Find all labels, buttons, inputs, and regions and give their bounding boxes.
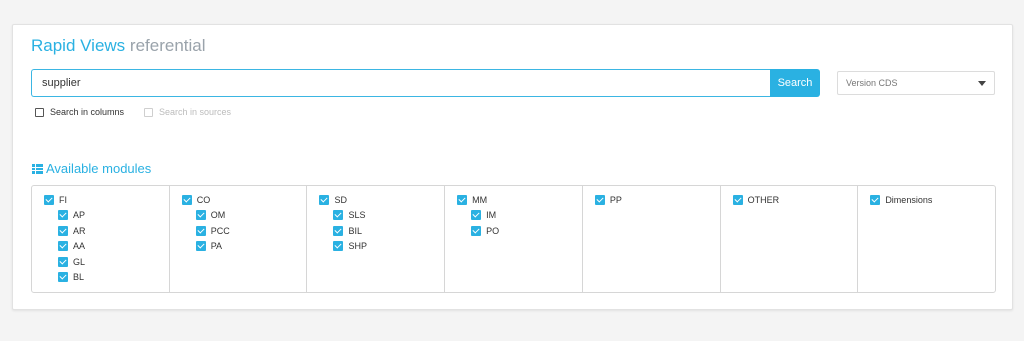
submodule-shp[interactable]: SHP [307, 239, 444, 255]
submodule-pa[interactable]: PA [170, 239, 307, 255]
submodule-bl[interactable]: BL [32, 270, 169, 286]
submodule-pcc-checkbox[interactable] [195, 225, 206, 236]
search-in-sources-label: Search in sources [159, 107, 232, 117]
submodule-shp-label: SHP [348, 241, 367, 252]
submodule-bil[interactable]: BIL [307, 223, 444, 239]
module-sd-checkbox[interactable] [319, 194, 330, 205]
submodule-po-label: PO [486, 225, 500, 236]
referential-panel: Rapid Views referential Search Version C… [12, 24, 1013, 310]
submodule-shp-checkbox[interactable] [333, 241, 344, 252]
module-co-checkbox[interactable] [181, 194, 192, 205]
module-mm-label: MM [472, 194, 488, 205]
submodule-sls-label: SLS [348, 210, 366, 221]
submodule-om-checkbox[interactable] [195, 210, 206, 221]
submodule-gl-checkbox[interactable] [58, 256, 68, 267]
search-input[interactable] [31, 69, 771, 97]
submodule-sls-checkbox[interactable] [333, 210, 344, 221]
modules-grid: FI AP AR AA GL BL CO OM PCC PA SD SLS BIL SHP MM IM PO PP… [31, 185, 996, 293]
search-bar: Search [31, 69, 820, 97]
submodule-aa[interactable]: AA [32, 239, 169, 255]
submodule-bl-checkbox[interactable] [58, 272, 68, 283]
module-other[interactable]: OTHER [721, 192, 858, 208]
version-select-value: Version CDS [846, 78, 898, 88]
module-sd[interactable]: SD [307, 192, 444, 208]
module-column-mm: MM IM PO [445, 186, 583, 292]
submodule-ap-checkbox[interactable] [58, 210, 68, 221]
module-column-co: CO OM PCC PA [170, 186, 308, 292]
module-fi[interactable]: FI [32, 192, 169, 208]
module-fi-checkbox[interactable] [44, 194, 54, 205]
module-dimensions[interactable]: Dimensions [858, 192, 995, 208]
search-in-sources-checkbox [144, 107, 153, 117]
module-mm[interactable]: MM [445, 192, 582, 208]
submodule-ap-label: AP [73, 210, 86, 221]
submodule-aa-checkbox[interactable] [58, 241, 68, 252]
search-in-columns-option[interactable]: Search in columns [35, 107, 124, 117]
submodule-ar[interactable]: AR [32, 223, 169, 239]
search-in-sources-option: Search in sources [144, 107, 231, 117]
module-column-other: OTHER [721, 186, 859, 292]
module-pp-checkbox[interactable] [594, 194, 605, 205]
module-co[interactable]: CO [170, 192, 307, 208]
module-column-fi: FI AP AR AA GL BL [32, 186, 170, 292]
search-in-columns-label: Search in columns [50, 107, 125, 117]
submodule-im[interactable]: IM [445, 208, 582, 224]
page-title-sub: referential [129, 36, 206, 55]
available-modules-heading: Available modules [32, 161, 151, 176]
module-sd-label: SD [334, 194, 347, 205]
available-modules-title: Available modules [46, 161, 152, 176]
module-fi-label: FI [59, 194, 67, 205]
submodule-ar-label: AR [73, 225, 86, 236]
submodule-gl[interactable]: GL [32, 254, 169, 270]
submodule-po-checkbox[interactable] [471, 225, 482, 236]
module-pp[interactable]: PP [583, 192, 720, 208]
search-button[interactable]: Search [770, 69, 820, 97]
module-pp-label: PP [609, 194, 622, 205]
module-dimensions-checkbox[interactable] [870, 194, 881, 205]
submodule-sls[interactable]: SLS [307, 208, 444, 224]
submodule-om[interactable]: OM [170, 208, 307, 224]
submodule-bil-label: BIL [348, 225, 362, 236]
submodule-aa-label: AA [73, 241, 86, 252]
submodule-pa-label: PA [210, 241, 223, 252]
submodule-bl-label: BL [73, 272, 85, 283]
submodule-gl-label: GL [73, 256, 86, 267]
module-dimensions-label: Dimensions [885, 194, 933, 205]
submodule-im-checkbox[interactable] [471, 210, 482, 221]
module-column-pp: PP [583, 186, 721, 292]
module-other-label: OTHER [747, 194, 780, 205]
page-title: Rapid Views referential [31, 36, 206, 56]
submodule-pcc-label: PCC [210, 225, 230, 236]
module-column-dimensions: Dimensions [858, 186, 995, 292]
list-icon [32, 163, 43, 174]
submodule-po[interactable]: PO [445, 223, 582, 239]
submodule-im-label: IM [486, 210, 497, 221]
submodule-om-label: OM [210, 210, 226, 221]
module-co-label: CO [196, 194, 211, 205]
page-title-main: Rapid Views [31, 36, 126, 55]
module-mm-checkbox[interactable] [457, 194, 468, 205]
version-select[interactable]: Version CDS [837, 71, 995, 95]
submodule-pa-checkbox[interactable] [195, 241, 206, 252]
module-other-checkbox[interactable] [732, 194, 743, 205]
submodule-bil-checkbox[interactable] [333, 225, 344, 236]
submodule-pcc[interactable]: PCC [170, 223, 307, 239]
submodule-ap[interactable]: AP [32, 208, 169, 224]
submodule-ar-checkbox[interactable] [58, 225, 68, 236]
module-column-sd: SD SLS BIL SHP [307, 186, 446, 292]
search-in-columns-checkbox[interactable] [35, 107, 44, 117]
caret-down-icon [978, 81, 986, 86]
